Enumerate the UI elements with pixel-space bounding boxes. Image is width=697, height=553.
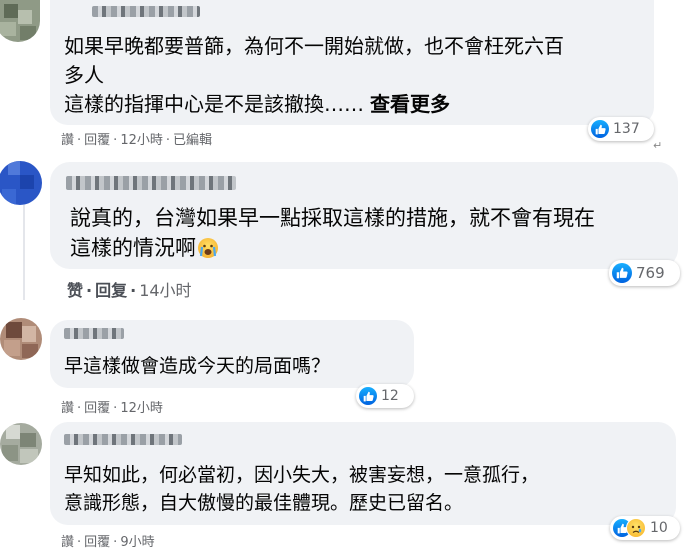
avatar[interactable] — [0, 423, 42, 465]
comment-text-line-2: 意識形態，自大傲慢的最佳體現。歷史已留名。 — [64, 492, 464, 514]
commenter-name[interactable] — [66, 176, 236, 190]
reactions-badge[interactable]: 12 — [356, 384, 414, 408]
reaction-count: 12 — [381, 388, 399, 404]
crying-face-icon — [198, 238, 218, 258]
comment-bubble: 早這樣做會造成今天的局面嗎？ — [50, 320, 414, 388]
commenter-name[interactable] — [92, 6, 200, 17]
comment-text-line-1: 早知如此，何必當初，因小失大，被害妄想，一意孤行， — [64, 464, 540, 486]
comment-actions: 讚 · 回覆 · 12小時 · 已編輯 — [61, 129, 212, 148]
timestamp[interactable]: 14小时 — [139, 277, 191, 301]
timestamp[interactable]: 9小時 — [120, 531, 154, 550]
commenter-name[interactable] — [64, 328, 124, 339]
comment-bubble: 早知如此，何必當初，因小失大，被害妄想，一意孤行， 意識形態，自大傲慢的最佳體現… — [50, 422, 676, 525]
like-button[interactable]: 讚 — [61, 531, 74, 550]
reactions-badge[interactable]: 137 — [588, 117, 654, 141]
comment-actions: 赞 · 回复 · 14小时 — [67, 277, 192, 301]
reply-button[interactable]: 回覆 — [84, 397, 110, 416]
like-button[interactable]: 讚 — [61, 129, 74, 148]
comment-text-line-2-body: 這樣的情況啊 — [70, 236, 196, 260]
comment-bubble: 說真的，台灣如果早一點採取這樣的措施，就不會有現在 這樣的情況啊 — [50, 162, 678, 269]
reaction-count: 10 — [650, 520, 668, 536]
comment-text-line-2: 這樣的情況啊 — [70, 232, 218, 262]
comment-text-line-2: 多人 — [64, 63, 104, 87]
reactions-badge[interactable]: 10 — [610, 516, 680, 540]
like-icon — [359, 387, 377, 405]
reaction-count: 769 — [636, 264, 665, 282]
see-more-link[interactable]: 查看更多 — [370, 92, 450, 116]
avatar[interactable] — [0, 161, 42, 205]
like-icon — [612, 263, 632, 283]
comment-bubble: 如果早晚都要普篩，為何不一開始就做，也不會枉死六百 多人 這樣的指揮中心是不是該… — [50, 0, 654, 125]
reply-button[interactable]: 回覆 — [84, 129, 110, 148]
comment-text-line-3-body: 這樣的指揮中心是不是該撤換…… — [64, 92, 364, 116]
thread-line — [23, 205, 25, 300]
paragraph-mark: ↵ — [653, 139, 663, 152]
reply-button[interactable]: 回覆 — [84, 531, 110, 550]
comment-actions: 讚 · 回覆 · 9小時 — [61, 531, 155, 550]
timestamp[interactable]: 12小時 — [120, 129, 163, 148]
comment-actions: 讚 · 回覆 · 12小時 — [61, 397, 163, 416]
commenter-name[interactable] — [64, 434, 182, 445]
comment-text-line-1: 說真的，台灣如果早一點採取這樣的措施，就不會有現在 — [70, 206, 595, 230]
comment-text-line-1: 如果早晚都要普篩，為何不一開始就做，也不會枉死六百 — [64, 34, 564, 58]
comment-text-line-3: 這樣的指揮中心是不是該撤換…… 查看更多 — [64, 88, 450, 117]
edited-label: 已編輯 — [173, 133, 213, 148]
like-icon — [591, 120, 609, 138]
like-button[interactable]: 赞 — [67, 277, 83, 301]
comment-text-line-1: 早這樣做會造成今天的局面嗎？ — [64, 355, 331, 377]
avatar[interactable] — [0, 318, 42, 360]
like-button[interactable]: 讚 — [61, 397, 74, 416]
sad-icon — [626, 518, 646, 538]
reactions-badge[interactable]: 769 — [609, 260, 680, 286]
timestamp[interactable]: 12小時 — [120, 397, 163, 416]
reply-button[interactable]: 回复 — [95, 277, 127, 301]
avatar[interactable] — [0, 0, 40, 42]
reaction-count: 137 — [613, 121, 640, 137]
